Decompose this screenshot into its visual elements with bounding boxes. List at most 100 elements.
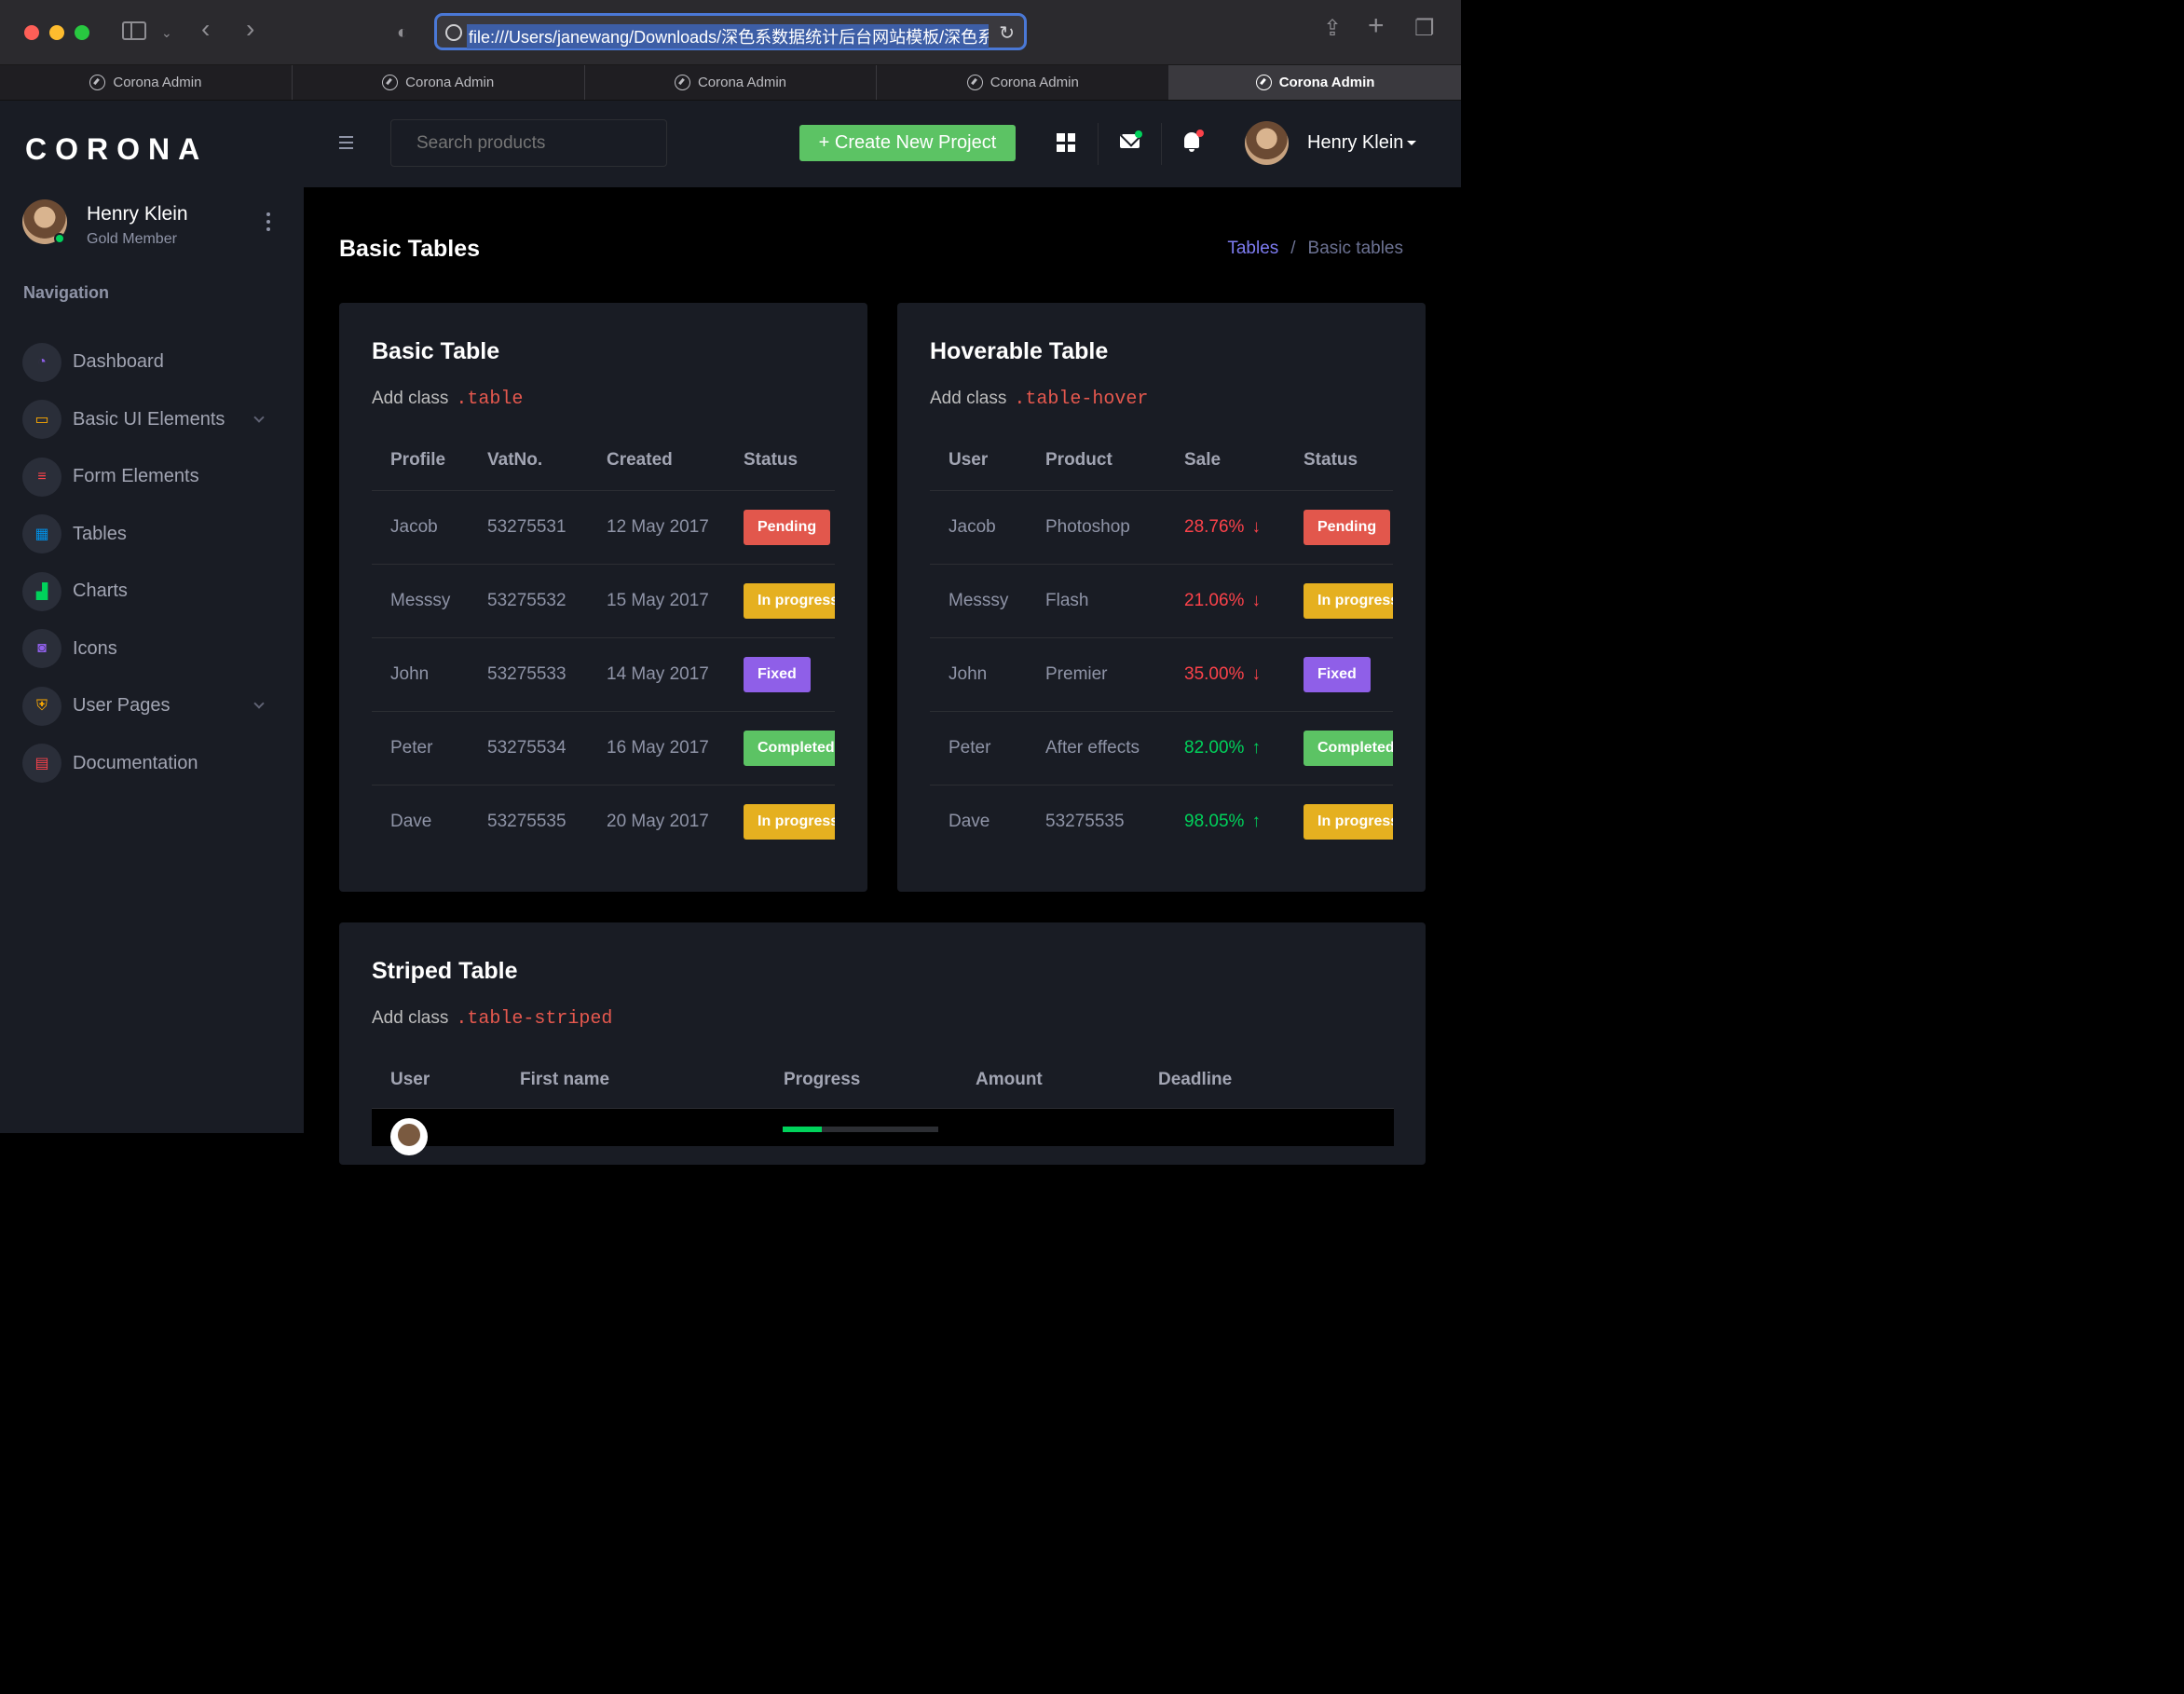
browser-tab-active[interactable]: Corona Admin (1169, 65, 1461, 100)
created-cell: 15 May 2017 (588, 564, 725, 638)
status-cell: In progress (1285, 785, 1393, 858)
reload-icon[interactable]: ↻ (999, 21, 1015, 45)
card-description: Add class .table-striped (372, 1008, 612, 1030)
compass-icon (89, 75, 106, 90)
created-cell: 12 May 2017 (588, 490, 725, 565)
more-options-icon[interactable] (264, 212, 273, 237)
sidebar-item-label: Tables (73, 523, 127, 544)
status-badge: Fixed (744, 656, 811, 692)
browser-tab[interactable]: Corona Admin (877, 65, 1170, 100)
brand-logo[interactable]: CORONA (25, 132, 208, 167)
compass-icon (1255, 75, 1272, 90)
trend-arrow-icon: ↑ (1251, 811, 1261, 831)
status-cell: In progress (725, 564, 835, 638)
table-row[interactable]: John Premier 35.00% ↓ Fixed (930, 637, 1393, 712)
table-header-row: Profile VatNo. Created Status (372, 430, 835, 491)
table-icon: ▦ (22, 514, 61, 554)
breadcrumb-link-tables[interactable]: Tables (1227, 239, 1278, 259)
column-header: Deadline (1158, 1070, 1233, 1089)
sidebar-item-user-pages[interactable]: ⛨ User Pages (22, 677, 274, 735)
sidebar-item-label: Icons (73, 637, 117, 659)
sale-value: 28.76% ↓ (1184, 517, 1261, 537)
apps-grid-icon[interactable] (1057, 133, 1075, 152)
sidebar-item-label: Dashboard (73, 351, 164, 373)
sale-cell: 21.06% ↓ (1166, 564, 1285, 638)
new-tab-icon[interactable]: + (1368, 12, 1385, 40)
sale-value: 21.06% ↓ (1184, 591, 1261, 610)
status-badge: Fixed (1304, 656, 1371, 692)
back-arrow-icon[interactable]: ‹ (201, 16, 210, 42)
table-row[interactable]: Messsy Flash 21.06% ↓ In progress (930, 564, 1393, 638)
created-cell: 16 May 2017 (588, 711, 725, 786)
chevron-down-icon (253, 698, 265, 709)
column-header: Status (725, 430, 835, 491)
sale-cell: 28.76% ↓ (1166, 490, 1285, 565)
table-header-row: User First name Progress Amount Deadline (372, 1053, 1394, 1109)
sidebar-item-documentation[interactable]: ▤ Documentation (22, 735, 274, 793)
avatar[interactable] (1245, 121, 1289, 165)
main-content: Basic Tables Tables / Basic tables Basic… (304, 187, 1461, 1165)
chevron-down-icon[interactable]: ⌄ (161, 22, 172, 43)
close-window-button[interactable] (24, 25, 39, 40)
tab-label: Corona Admin (1278, 75, 1375, 90)
column-header: Product (1027, 430, 1166, 491)
browser-tab[interactable]: Corona Admin (0, 65, 293, 100)
tab-overview-icon[interactable]: ❐ (1414, 18, 1435, 40)
search-input[interactable] (390, 119, 667, 167)
sidebar-item-label: User Pages (73, 695, 171, 717)
avatar (390, 1118, 428, 1155)
sale-cell: 82.00% ↑ (1166, 711, 1285, 786)
sidebar-item-basic-ui-elements[interactable]: ▭ Basic UI Elements (22, 391, 274, 449)
notification-indicator-dot (1196, 130, 1204, 137)
tab-label: Corona Admin (697, 75, 787, 90)
basic-table: Profile VatNo. Created Status Jacob 53275… (372, 430, 835, 858)
zoom-window-button[interactable] (75, 25, 89, 40)
create-project-button[interactable]: + Create New Project (799, 125, 1016, 161)
user-cell: Jacob (930, 490, 1027, 565)
laptop-icon: ▭ (22, 400, 61, 440)
column-header: First name (520, 1070, 610, 1089)
tab-label: Corona Admin (113, 75, 202, 90)
table-row[interactable]: Jacob Photoshop 28.76% ↓ Pending (930, 490, 1393, 565)
breadcrumb: Tables / Basic tables (1227, 239, 1403, 259)
minimize-window-button[interactable] (49, 25, 64, 40)
tab-label: Corona Admin (405, 75, 495, 90)
product-cell: After effects (1027, 711, 1166, 786)
user-cell: Peter (930, 711, 1027, 786)
sidebar-item-dashboard[interactable]: ◔ Dashboard (22, 334, 274, 391)
status-badge: In progress (1304, 803, 1393, 840)
table-row[interactable]: Dave 53275535 98.05% ↑ In progress (930, 785, 1393, 858)
user-name[interactable]: Henry Klein (1307, 132, 1403, 154)
trend-arrow-icon: ↓ (1251, 663, 1261, 684)
hoverable-table: User Product Sale Status Jacob Photoshop 2… (930, 430, 1393, 858)
security-icon: ⛨ (22, 686, 61, 726)
menu-icon[interactable] (339, 136, 353, 153)
user-cell: Dave (949, 811, 990, 831)
sidebar-item-label: Documentation (73, 752, 198, 773)
browser-tab[interactable]: Corona Admin (585, 65, 878, 100)
sidebar-item-icons[interactable]: ◙ Icons (22, 621, 274, 678)
sidebar-item-charts[interactable]: ▟ Charts (22, 563, 274, 621)
address-bar[interactable]: file:///Users/janewang/Downloads/深色系数据统计… (434, 13, 1027, 50)
profile-name: Henry Klein (87, 203, 188, 225)
chevron-down-icon (253, 411, 265, 423)
created-cell: 14 May 2017 (588, 637, 725, 712)
caret-down-icon[interactable] (1407, 141, 1416, 145)
card-title: Hoverable Table (930, 338, 1109, 364)
product-cell: Photoshop (1027, 490, 1166, 565)
sidebar-item-tables[interactable]: ▦ Tables (22, 506, 274, 564)
sale-value: 35.00% ↓ (1184, 664, 1261, 684)
share-icon[interactable]: ⇪ (1323, 18, 1342, 40)
status-cell: Completed (725, 711, 835, 786)
sidebar-toggle-icon[interactable] (122, 21, 146, 40)
shield-icon[interactable]: ◐ (397, 22, 408, 43)
forward-arrow-icon[interactable]: › (246, 16, 254, 42)
vat-cell: 53275532 (469, 564, 588, 638)
browser-tab[interactable]: Corona Admin (293, 65, 585, 100)
user-cell: John (930, 637, 1027, 712)
table-row[interactable]: Peter After effects 82.00% ↑ Completed (930, 711, 1393, 786)
status-cell: Fixed (1285, 637, 1393, 712)
sidebar-item-form-elements[interactable]: ≡ Form Elements (22, 448, 274, 506)
url-text[interactable]: file:///Users/janewang/Downloads/深色系数据统计… (467, 24, 989, 48)
status-badge: In progress (744, 803, 835, 840)
